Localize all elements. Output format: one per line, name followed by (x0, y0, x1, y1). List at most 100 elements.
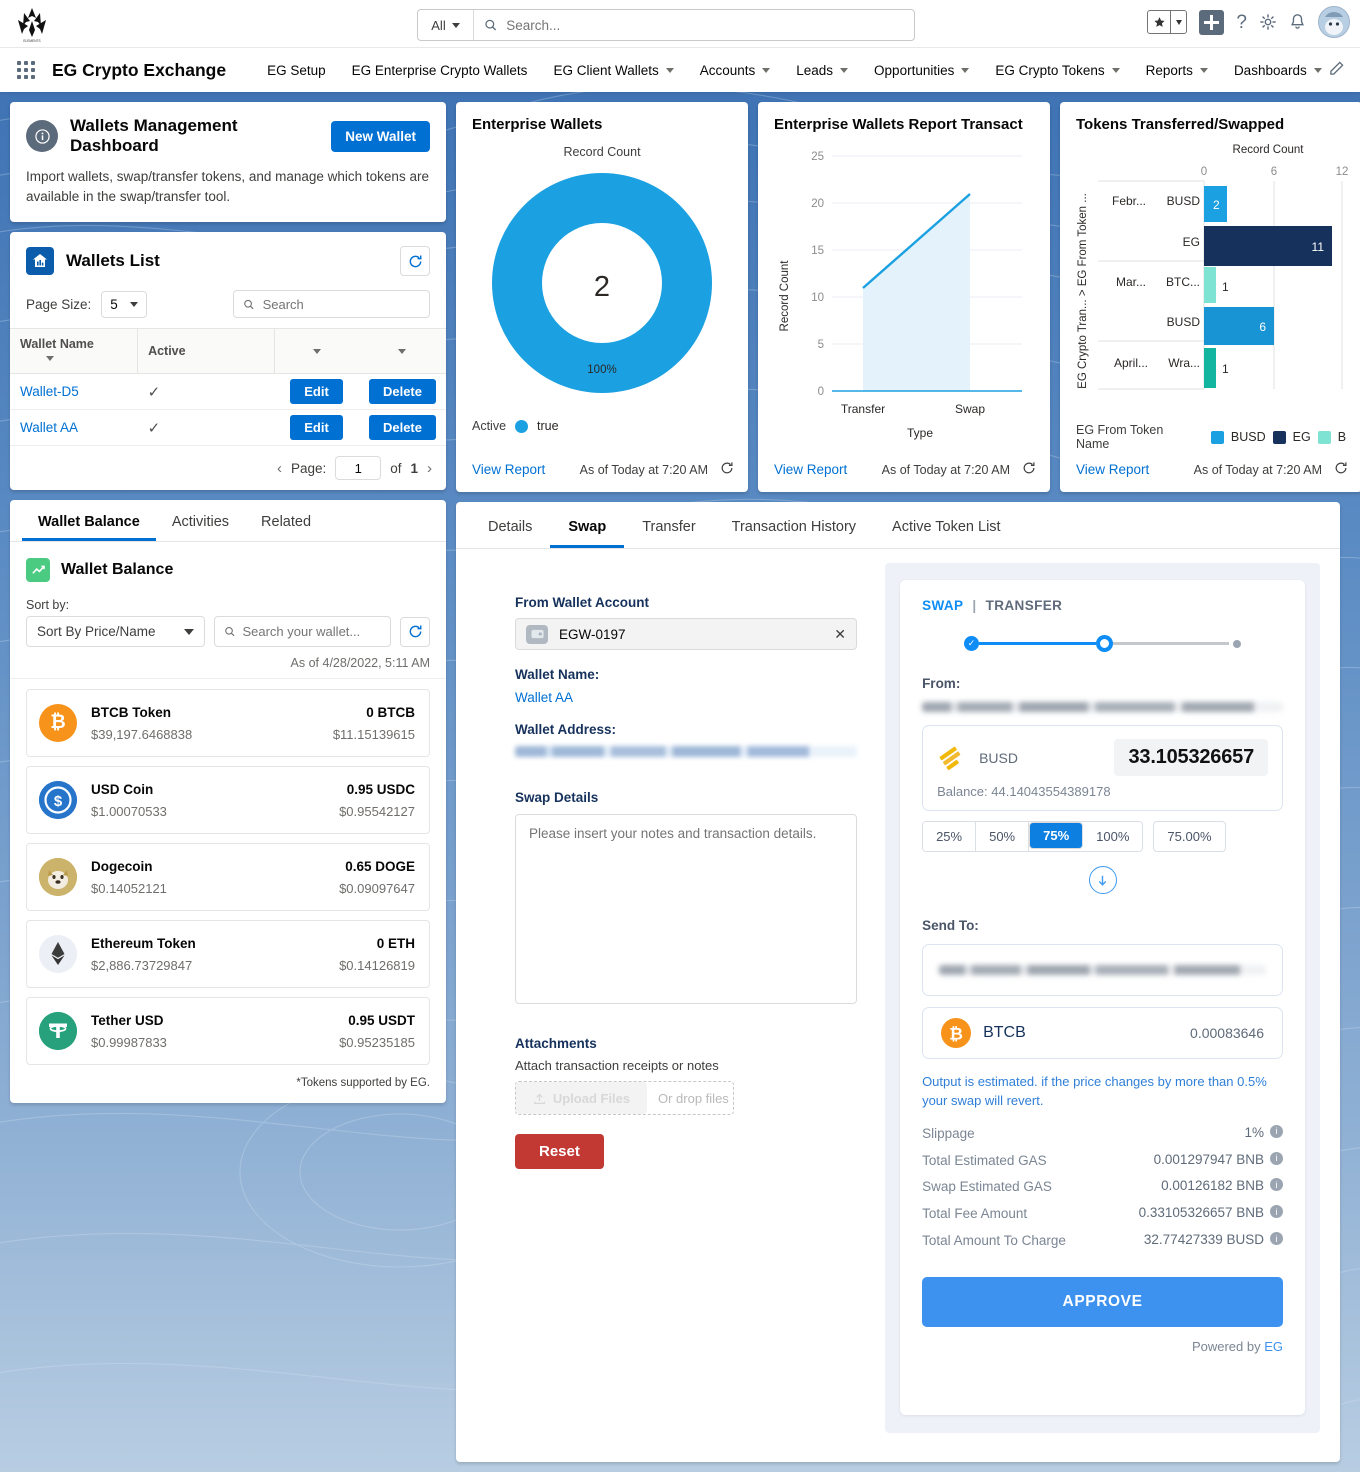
refresh-icon[interactable] (400, 246, 430, 276)
widget-tab-transfer[interactable]: TRANSFER (986, 598, 1063, 613)
list-item[interactable]: Dogecoin 0.65 DOGE $0.14052121 $0.090976… (26, 843, 430, 911)
powered-by-brand-link[interactable]: EG (1264, 1339, 1283, 1354)
global-search[interactable]: All (417, 9, 915, 41)
nav-item-eg-enterprise-crypto-wallets[interactable]: EG Enterprise Crypto Wallets (339, 48, 541, 92)
swap-details-textarea[interactable] (515, 814, 857, 1004)
favorites-button[interactable] (1147, 10, 1187, 34)
info-icon[interactable]: i (1270, 1152, 1283, 1165)
user-avatar[interactable] (1318, 6, 1350, 38)
list-item[interactable]: ₿ BTCB Token 0 BTCB $39,197.6468838 $11.… (26, 689, 430, 757)
nav-item-accounts[interactable]: Accounts (687, 48, 784, 92)
wallet-search[interactable] (214, 616, 391, 647)
list-item[interactable]: Tether USD 0.95 USDT $0.99987833 $0.9523… (26, 997, 430, 1065)
add-icon[interactable] (1199, 10, 1224, 35)
search-input[interactable] (506, 18, 914, 33)
column-header-active[interactable]: Active (138, 329, 274, 374)
svg-text:5: 5 (818, 339, 824, 351)
tab-active-token-list[interactable]: Active Token List (874, 502, 1019, 548)
from-wallet-account-lookup[interactable]: EGW-0197 ✕ (515, 618, 857, 650)
file-dropzone[interactable]: Upload Files Or drop files (515, 1081, 734, 1115)
tab-activities[interactable]: Activities (156, 500, 245, 541)
wallets-list-search-input[interactable] (263, 297, 420, 312)
search-field-wrap[interactable] (474, 10, 914, 40)
token-name: BTCB Token (91, 705, 171, 720)
wallet-name-link[interactable]: Wallet AA (515, 690, 875, 705)
swap-direction-arrow-icon[interactable] (1089, 866, 1117, 894)
wallet-search-input[interactable] (242, 624, 381, 639)
percent-25-button[interactable]: 25% (923, 822, 976, 851)
edit-button[interactable]: Edit (290, 415, 343, 440)
refresh-icon[interactable] (1334, 461, 1348, 478)
search-scope-dropdown[interactable]: All (418, 10, 474, 40)
nav-item-eg-client-wallets[interactable]: EG Client Wallets (540, 48, 686, 92)
token-list-footnote: *Tokens supported by EG. (10, 1071, 446, 1103)
clear-icon[interactable]: ✕ (834, 626, 846, 643)
upload-files-button[interactable]: Upload Files (516, 1082, 647, 1114)
svg-text:15: 15 (811, 245, 824, 257)
view-report-link[interactable]: View Report (774, 462, 847, 477)
percent-100-button[interactable]: 100% (1083, 822, 1142, 851)
tab-details[interactable]: Details (470, 502, 550, 548)
info-icon[interactable]: i (1270, 1205, 1283, 1218)
company-logo[interactable]: ELEMENTS (0, 4, 64, 44)
view-report-link[interactable]: View Report (1076, 462, 1149, 477)
widget-tab-swap[interactable]: SWAP (922, 598, 963, 613)
refresh-icon[interactable] (1022, 461, 1036, 478)
app-launcher-button[interactable] (0, 61, 52, 79)
percent-custom-value[interactable]: 75.00% (1153, 821, 1225, 852)
info-icon[interactable]: i (1270, 1125, 1283, 1138)
previous-page-icon[interactable]: ‹ (277, 460, 282, 477)
favorites-star-icon[interactable] (1148, 11, 1170, 33)
chevron-down-icon (452, 23, 460, 28)
percent-50-button[interactable]: 50% (976, 822, 1029, 851)
table-row[interactable]: Wallet-D5 ✓ Edit Delete (10, 374, 446, 410)
table-row[interactable]: Wallet AA ✓ Edit Delete (10, 410, 446, 446)
new-wallet-button[interactable]: New Wallet (331, 121, 430, 152)
pencil-icon[interactable] (1329, 61, 1344, 80)
percent-75-button[interactable]: 75% (1029, 822, 1083, 849)
notifications-bell-icon[interactable] (1289, 13, 1306, 31)
nav-item-eg-setup[interactable]: EG Setup (254, 48, 339, 92)
refresh-icon[interactable] (400, 617, 430, 647)
column-header-delete[interactable] (359, 329, 446, 374)
favorites-dropdown-icon[interactable] (1170, 11, 1186, 33)
tab-wallet-balance[interactable]: Wallet Balance (22, 500, 156, 541)
info-icon[interactable]: i (1270, 1178, 1283, 1191)
wallet-name-link[interactable]: Wallet AA (20, 420, 78, 435)
legend-title: Active (472, 419, 506, 433)
wallets-list-search[interactable] (233, 290, 430, 318)
tab-transaction-history[interactable]: Transaction History (714, 502, 874, 548)
tab-transfer[interactable]: Transfer (624, 502, 713, 548)
wallet-name-link[interactable]: Wallet-D5 (20, 384, 79, 399)
next-page-icon[interactable]: › (427, 460, 432, 477)
view-report-link[interactable]: View Report (472, 462, 545, 477)
nav-item-dashboards[interactable]: Dashboards (1221, 48, 1335, 92)
from-token-amount[interactable]: 33.105326657 (1114, 739, 1268, 776)
edit-button[interactable]: Edit (290, 379, 343, 404)
send-to-address-box[interactable] (922, 944, 1283, 996)
reset-button[interactable]: Reset (515, 1134, 604, 1169)
page-size-select[interactable]: 5 (101, 291, 147, 318)
chevron-down-icon (666, 68, 674, 73)
column-header-edit[interactable] (274, 329, 359, 374)
nav-item-eg-crypto-tokens[interactable]: EG Crypto Tokens (982, 48, 1132, 92)
sort-select[interactable]: Sort By Price/Name (26, 616, 205, 647)
list-item[interactable]: $ USD Coin 0.95 USDC $1.00070533 $0.9554… (26, 766, 430, 834)
nav-item-opportunities[interactable]: Opportunities (861, 48, 982, 92)
delete-button[interactable]: Delete (369, 379, 436, 404)
refresh-icon[interactable] (720, 461, 734, 478)
column-header-wallet-name[interactable]: Wallet Name (10, 329, 138, 374)
approve-button[interactable]: APPROVE (922, 1277, 1283, 1327)
tab-swap[interactable]: Swap (550, 502, 624, 548)
help-icon[interactable]: ? (1236, 13, 1247, 32)
info-icon[interactable]: i (1270, 1232, 1283, 1245)
tab-related[interactable]: Related (245, 500, 327, 541)
nav-item-leads[interactable]: Leads (783, 48, 861, 92)
powered-by-prefix: Powered by (1192, 1339, 1264, 1354)
page-number-input[interactable] (335, 456, 381, 480)
delete-button[interactable]: Delete (369, 415, 436, 440)
list-item[interactable]: Ethereum Token 0 ETH $2,886.73729847 $0.… (26, 920, 430, 988)
setup-gear-icon[interactable] (1259, 13, 1277, 31)
nav-item-reports[interactable]: Reports (1133, 48, 1221, 92)
nav-item-list: EG Setup EG Enterprise Crypto Wallets EG… (254, 48, 1335, 92)
